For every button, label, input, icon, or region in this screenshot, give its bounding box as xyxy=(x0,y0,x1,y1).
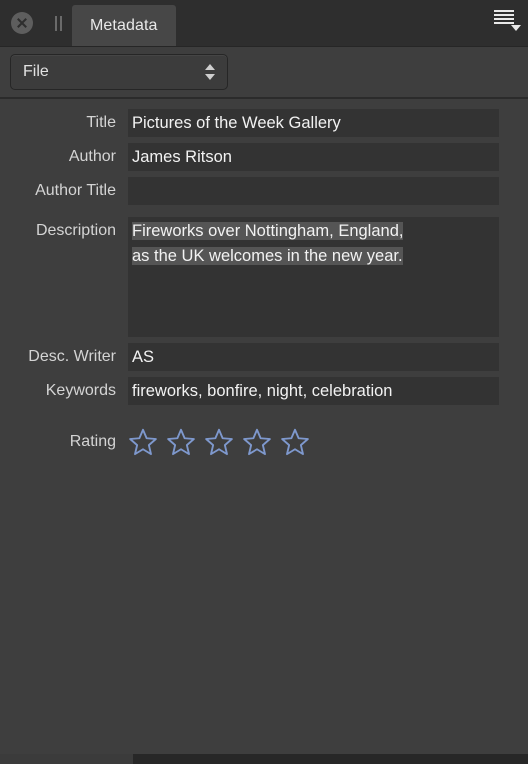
drag-grip-icon[interactable] xyxy=(44,0,72,46)
description-line: Fireworks over Nottingham, England, xyxy=(132,222,404,240)
field-input-description[interactable]: Fireworks over Nottingham, England, as t… xyxy=(128,217,499,337)
tab-metadata[interactable]: Metadata xyxy=(72,5,176,46)
rating-star-2[interactable] xyxy=(166,427,196,457)
tab-label: Metadata xyxy=(90,16,158,34)
star-shape xyxy=(243,428,271,456)
hamburger-menu-icon xyxy=(494,10,521,31)
field-label-desc-writer: Desc. Writer xyxy=(28,348,116,365)
rating-star-5[interactable] xyxy=(280,427,310,457)
field-label-description: Description xyxy=(35,222,116,239)
tab-bar-spacer xyxy=(176,0,482,46)
panel-menu-button[interactable] xyxy=(482,0,528,46)
field-label-title: Title xyxy=(86,114,116,131)
rating-star-1[interactable] xyxy=(128,427,158,457)
rating-stars[interactable] xyxy=(128,427,310,457)
field-row-title: Title Pictures of the Week Gallery xyxy=(0,109,528,137)
metadata-preset-row: File xyxy=(0,47,528,99)
star-shape xyxy=(205,428,233,456)
horizontal-scrollbar[interactable] xyxy=(0,754,528,764)
field-row-desc-writer: Desc. Writer AS xyxy=(0,343,528,371)
close-circle-icon xyxy=(11,12,33,34)
field-label-author-title: Author Title xyxy=(35,182,116,199)
menu-bar xyxy=(494,22,514,24)
chevron-down-icon xyxy=(511,25,521,31)
field-input-title[interactable]: Pictures of the Week Gallery xyxy=(128,109,499,137)
field-label-rating: Rating xyxy=(69,433,116,450)
metadata-preset-dropdown[interactable]: File xyxy=(10,54,228,90)
field-label-author: Author xyxy=(68,148,116,165)
star-shape xyxy=(167,428,195,456)
scrollbar-thumb[interactable] xyxy=(0,754,133,764)
rating-star-3[interactable] xyxy=(204,427,234,457)
field-row-rating: Rating xyxy=(0,427,528,457)
menu-bar xyxy=(494,10,514,12)
field-row-description: Description Fireworks over Nottingham, E… xyxy=(0,217,528,337)
chevron-up-icon xyxy=(205,64,215,70)
description-line: as the UK welcomes in the new year. xyxy=(132,247,403,265)
star-shape xyxy=(129,428,157,456)
field-label-keywords: Keywords xyxy=(45,382,116,399)
rating-star-4[interactable] xyxy=(242,427,272,457)
up-down-arrows-icon xyxy=(205,64,215,80)
metadata-panel: Metadata File Title Pictures of the Week… xyxy=(0,0,528,764)
field-input-desc-writer[interactable]: AS xyxy=(128,343,499,371)
star-shape xyxy=(281,428,309,456)
panel-close-button[interactable] xyxy=(0,0,44,46)
field-row-keywords: Keywords fireworks, bonfire, night, cele… xyxy=(0,377,528,405)
menu-bar xyxy=(494,18,514,20)
field-input-keywords[interactable]: fireworks, bonfire, night, celebration xyxy=(128,377,499,405)
tab-bar: Metadata xyxy=(0,0,528,47)
field-row-author: Author James Ritson xyxy=(0,143,528,171)
chevron-down-icon xyxy=(205,74,215,80)
metadata-form: Title Pictures of the Week Gallery Autho… xyxy=(0,99,528,457)
grip-bar xyxy=(54,15,57,31)
grip-bar xyxy=(59,15,62,31)
field-input-author[interactable]: James Ritson xyxy=(128,143,499,171)
field-input-author-title[interactable] xyxy=(128,177,499,205)
menu-bar xyxy=(494,14,514,16)
field-row-author-title: Author Title xyxy=(0,177,528,205)
metadata-preset-value: File xyxy=(23,63,49,80)
